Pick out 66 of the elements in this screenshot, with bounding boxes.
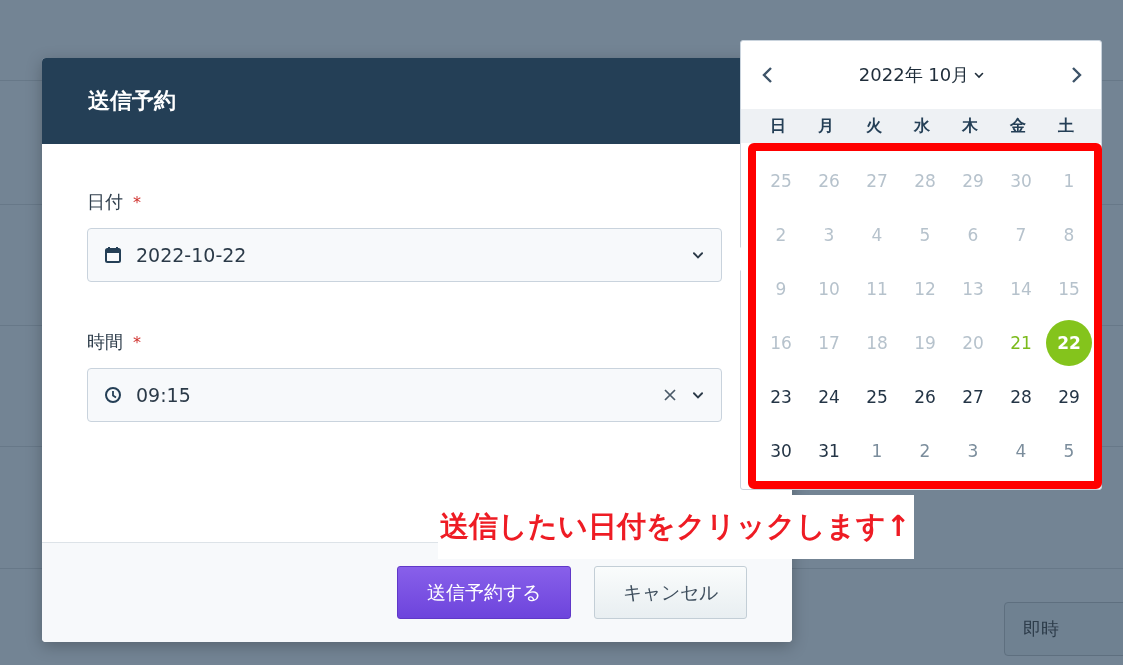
calendar-day[interactable]: 28 bbox=[998, 374, 1044, 420]
calendar-day[interactable]: 13 bbox=[950, 266, 996, 312]
calendar-day[interactable]: 9 bbox=[758, 266, 804, 312]
calendar-day[interactable]: 18 bbox=[854, 320, 900, 366]
clear-icon[interactable] bbox=[663, 388, 677, 402]
calendar-day[interactable]: 25 bbox=[758, 158, 804, 204]
calendar-day[interactable]: 14 bbox=[998, 266, 1044, 312]
calendar-day[interactable]: 3 bbox=[806, 212, 852, 258]
calendar-icon bbox=[104, 246, 122, 264]
calendar-day[interactable]: 26 bbox=[902, 374, 948, 420]
time-field[interactable]: 09:15 bbox=[87, 368, 722, 422]
calendar-day[interactable]: 11 bbox=[854, 266, 900, 312]
required-mark: * bbox=[133, 332, 141, 352]
calendar-day[interactable]: 28 bbox=[902, 158, 948, 204]
cancel-button[interactable]: キャンセル bbox=[594, 566, 747, 619]
calendar-day[interactable]: 19 bbox=[902, 320, 948, 366]
weekday-label: 火 bbox=[865, 115, 883, 137]
field-label: 日付 bbox=[87, 190, 123, 214]
next-month-icon[interactable] bbox=[1069, 66, 1083, 84]
calendar-day[interactable]: 6 bbox=[950, 212, 996, 258]
weekday-label: 水 bbox=[913, 115, 931, 137]
calendar-day[interactable]: 29 bbox=[950, 158, 996, 204]
calendar-day[interactable]: 12 bbox=[902, 266, 948, 312]
calendar-day[interactable]: 30 bbox=[758, 428, 804, 474]
calendar-day[interactable]: 23 bbox=[758, 374, 804, 420]
calendar-day[interactable]: 21 bbox=[998, 320, 1044, 366]
previous-month-icon[interactable] bbox=[761, 66, 775, 84]
weekday-label: 木 bbox=[961, 115, 979, 137]
calendar-day[interactable]: 20 bbox=[950, 320, 996, 366]
annotation-text: 送信したい日付をクリックします↑ bbox=[438, 495, 915, 559]
calendar-day[interactable]: 16 bbox=[758, 320, 804, 366]
date-field[interactable]: 2022-10-22 bbox=[87, 228, 722, 282]
calendar-day[interactable]: 27 bbox=[854, 158, 900, 204]
weekday-label: 月 bbox=[817, 115, 835, 137]
weekday-label: 金 bbox=[1009, 115, 1027, 137]
calendar-day[interactable]: 26 bbox=[806, 158, 852, 204]
dialog-title: 送信予約 bbox=[88, 87, 176, 115]
calendar-day[interactable]: 1 bbox=[1046, 158, 1092, 204]
calendar-day[interactable]: 10 bbox=[806, 266, 852, 312]
field-label: 時間 bbox=[87, 330, 123, 354]
calendar-day[interactable]: 2 bbox=[902, 428, 948, 474]
clock-icon bbox=[104, 386, 122, 404]
calendar-day[interactable]: 5 bbox=[1046, 428, 1092, 474]
month-selector[interactable]: 2022年 10月 bbox=[858, 63, 986, 87]
calendar-day[interactable]: 4 bbox=[998, 428, 1044, 474]
calendar-day[interactable]: 7 bbox=[998, 212, 1044, 258]
calendar-day[interactable]: 3 bbox=[950, 428, 996, 474]
mode-select-field[interactable]: 即時 bbox=[1004, 602, 1123, 656]
calendar-day[interactable]: 29 bbox=[1046, 374, 1092, 420]
required-mark: * bbox=[133, 192, 141, 212]
calendar-day[interactable]: 22 bbox=[1046, 320, 1092, 366]
calendar-day[interactable]: 1 bbox=[854, 428, 900, 474]
calendar-day[interactable]: 8 bbox=[1046, 212, 1092, 258]
calendar-day[interactable]: 4 bbox=[854, 212, 900, 258]
calendar-day[interactable]: 24 bbox=[806, 374, 852, 420]
calendar-day[interactable]: 31 bbox=[806, 428, 852, 474]
calendar-day[interactable]: 25 bbox=[854, 374, 900, 420]
calendar-day[interactable]: 17 bbox=[806, 320, 852, 366]
weekday-label: 土 bbox=[1057, 115, 1075, 137]
calendar-day[interactable]: 30 bbox=[998, 158, 1044, 204]
calendar-day[interactable]: 5 bbox=[902, 212, 948, 258]
calendar-day[interactable]: 15 bbox=[1046, 266, 1092, 312]
calendar-day[interactable]: 27 bbox=[950, 374, 996, 420]
weekday-label: 日 bbox=[769, 115, 787, 137]
schedule-button[interactable]: 送信予約する bbox=[397, 566, 571, 619]
calendar-day[interactable]: 2 bbox=[758, 212, 804, 258]
